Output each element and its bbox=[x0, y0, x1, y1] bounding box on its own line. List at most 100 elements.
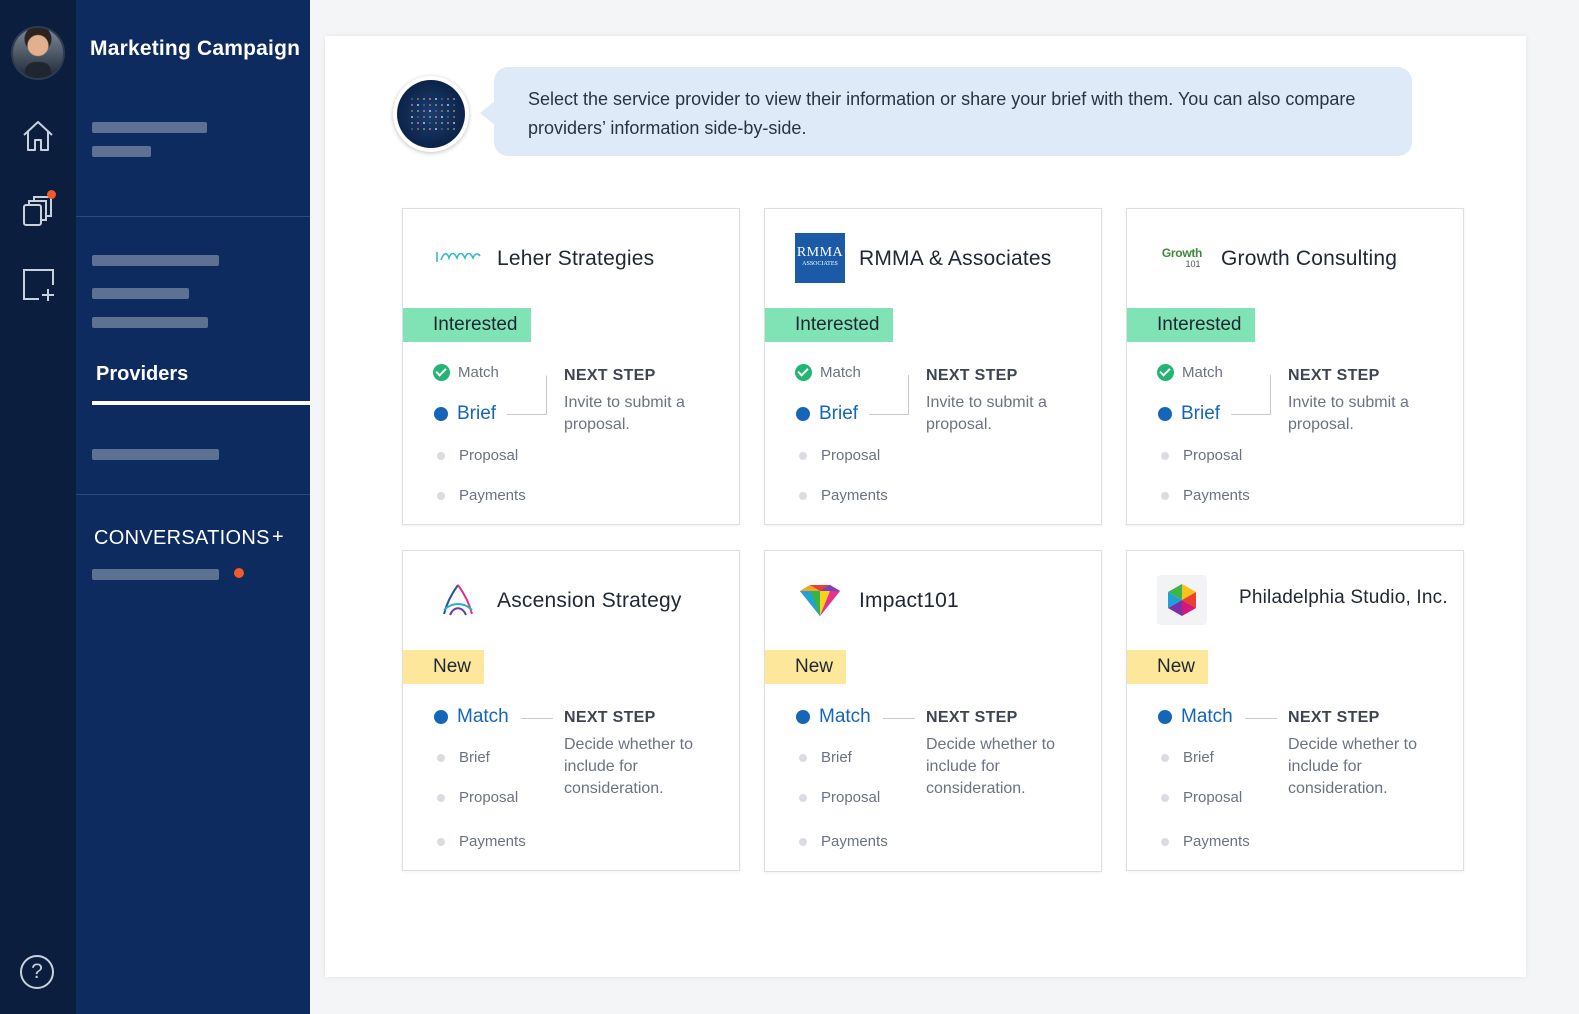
nav-placeholder[interactable] bbox=[92, 122, 207, 133]
avatar-dot bbox=[441, 110, 443, 112]
avatar-dot bbox=[411, 98, 413, 100]
step-proposal: Proposal bbox=[1157, 789, 1242, 806]
avatar-dot bbox=[417, 104, 419, 106]
project-title: Marketing Campaign bbox=[90, 37, 301, 60]
step-proposal: Proposal bbox=[795, 789, 880, 806]
leher-logo-icon bbox=[433, 233, 483, 283]
step-payments: Payments bbox=[433, 487, 526, 504]
avatar-dot bbox=[435, 116, 437, 118]
step-proposal: Proposal bbox=[795, 447, 880, 464]
avatar-dot bbox=[423, 98, 425, 100]
provider-card-leher-strategies[interactable]: Leher Strategies Interested Match Brief … bbox=[402, 208, 740, 525]
step-brief: Brief bbox=[433, 749, 490, 766]
divider bbox=[76, 216, 310, 217]
step-connector bbox=[869, 375, 909, 415]
provider-name: Growth Consulting bbox=[1221, 247, 1398, 270]
add-box-icon[interactable] bbox=[20, 266, 56, 302]
step-match: Match bbox=[795, 706, 871, 728]
avatar-dot bbox=[447, 98, 449, 100]
avatar-dot bbox=[411, 110, 413, 112]
nav-placeholder[interactable] bbox=[92, 317, 208, 328]
avatar-dot bbox=[429, 110, 431, 112]
avatar-dot bbox=[453, 116, 455, 118]
next-step-text: Invite to submit a proposal. bbox=[1288, 394, 1409, 433]
avatar-dot bbox=[441, 98, 443, 100]
status-badge: Interested bbox=[1127, 308, 1255, 342]
avatar-dot bbox=[429, 116, 431, 118]
conversation-placeholder[interactable] bbox=[92, 569, 219, 580]
avatar-dot bbox=[435, 122, 437, 124]
avatar-dot bbox=[453, 98, 455, 100]
avatar-dot bbox=[447, 122, 449, 124]
provider-name: RMMA & Associates bbox=[859, 247, 1052, 270]
avatar-dot bbox=[411, 104, 413, 106]
step-payments: Payments bbox=[795, 487, 888, 504]
step-match: Match bbox=[795, 364, 861, 381]
avatar-dot bbox=[417, 98, 419, 100]
avatar-dot bbox=[453, 110, 455, 112]
impact101-logo-icon bbox=[795, 575, 845, 625]
add-conversation-button[interactable]: + bbox=[272, 526, 284, 549]
assistant-avatar bbox=[393, 76, 469, 152]
avatar-dot bbox=[423, 110, 425, 112]
avatar[interactable] bbox=[11, 26, 65, 80]
step-proposal: Proposal bbox=[433, 447, 518, 464]
avatar-dot bbox=[429, 104, 431, 106]
avatar-dot bbox=[441, 104, 443, 106]
provider-card-impact101[interactable]: Impact101 New Match Brief Proposal Payme… bbox=[764, 550, 1102, 872]
status-badge: New bbox=[1127, 650, 1209, 684]
step-connector bbox=[521, 718, 553, 719]
status-badge: Interested bbox=[765, 308, 893, 342]
provider-card-rmma-associates[interactable]: RMMA ASSOCIATES RMMA & Associates Intere… bbox=[764, 208, 1102, 525]
next-step-title: NEXT STEP bbox=[564, 709, 656, 726]
rmma-logo-icon: RMMA ASSOCIATES bbox=[795, 233, 845, 283]
step-connector bbox=[883, 718, 915, 719]
avatar-dot bbox=[423, 122, 425, 124]
next-step-text: Invite to submit a proposal. bbox=[564, 394, 685, 433]
provider-name: Philadelphia Studio, Inc. bbox=[1239, 587, 1448, 608]
step-match: Match bbox=[1157, 706, 1233, 728]
status-badge: Interested bbox=[403, 308, 531, 342]
avatar-dot bbox=[411, 116, 413, 118]
step-brief: Brief bbox=[433, 403, 496, 425]
growth-logo-icon: Growth 101 bbox=[1161, 246, 1203, 269]
provider-card-ascension-strategy[interactable]: Ascension Strategy New Match Brief Propo… bbox=[402, 550, 740, 871]
sidebar-item-providers[interactable]: Providers bbox=[96, 363, 188, 386]
nav-placeholder[interactable] bbox=[92, 146, 151, 157]
divider bbox=[76, 494, 310, 495]
avatar-dot bbox=[417, 122, 419, 124]
main-panel: Select the service provider to view thei… bbox=[325, 36, 1526, 977]
step-connector bbox=[1245, 718, 1277, 719]
avatar-dot bbox=[435, 110, 437, 112]
step-payments: Payments bbox=[433, 833, 526, 850]
step-match: Match bbox=[433, 706, 509, 728]
unread-dot bbox=[234, 568, 244, 578]
philadelphia-logo-icon bbox=[1157, 575, 1207, 625]
provider-card-philadelphia-studio[interactable]: Philadelphia Studio, Inc. New Match Brie… bbox=[1126, 550, 1464, 871]
avatar-dot bbox=[429, 98, 431, 100]
avatar-dot bbox=[453, 128, 455, 130]
avatar-dot bbox=[447, 110, 449, 112]
step-connector bbox=[1231, 375, 1271, 415]
nav-placeholder[interactable] bbox=[92, 449, 219, 460]
avatar-dot bbox=[423, 104, 425, 106]
nav-placeholder[interactable] bbox=[92, 255, 219, 266]
step-payments: Payments bbox=[1157, 833, 1250, 850]
home-icon[interactable] bbox=[20, 118, 56, 154]
avatar-dot bbox=[447, 116, 449, 118]
nav-placeholder[interactable] bbox=[92, 288, 189, 299]
intro-message: Select the service provider to view thei… bbox=[480, 67, 1412, 156]
stack-icon[interactable] bbox=[20, 190, 56, 228]
status-badge: New bbox=[765, 650, 847, 684]
avatar-dot bbox=[447, 104, 449, 106]
avatar-dot bbox=[429, 122, 431, 124]
step-payments: Payments bbox=[795, 833, 888, 850]
avatar-dot bbox=[435, 98, 437, 100]
step-match: Match bbox=[1157, 364, 1223, 381]
help-icon[interactable]: ? bbox=[20, 955, 54, 989]
step-brief: Brief bbox=[1157, 749, 1214, 766]
provider-name: Leher Strategies bbox=[497, 247, 655, 270]
avatar-dot bbox=[441, 128, 443, 130]
provider-card-growth-consulting[interactable]: Growth 101 Growth Consulting Interested … bbox=[1126, 208, 1464, 525]
avatar-dot bbox=[453, 122, 455, 124]
